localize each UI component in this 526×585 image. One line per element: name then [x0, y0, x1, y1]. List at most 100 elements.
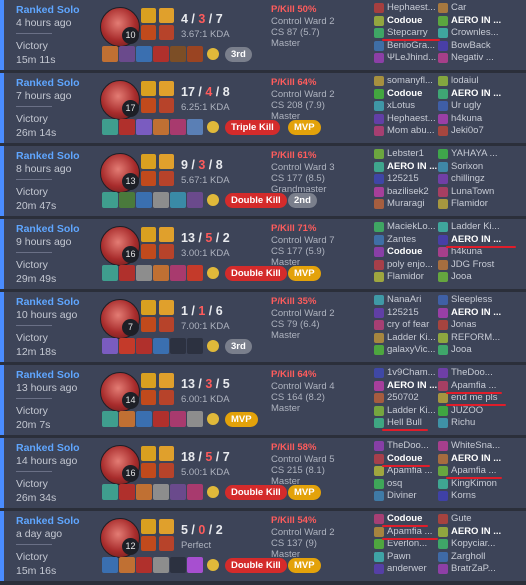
player-name[interactable]: Flamidor [451, 198, 488, 211]
rune-icon[interactable] [159, 536, 174, 551]
player-champion-icon[interactable] [438, 3, 448, 13]
item-icon[interactable] [102, 338, 118, 354]
player-name[interactable]: AERO IN ... [451, 453, 501, 466]
player-name[interactable]: YAHAYA ... [451, 148, 497, 161]
player-name[interactable]: Everlon... [387, 538, 427, 551]
player-name[interactable]: Stepcarry [387, 27, 428, 40]
player-champion-icon[interactable] [438, 199, 448, 209]
player-name[interactable]: Hell Bull [387, 417, 422, 430]
item-icon[interactable] [119, 338, 135, 354]
player-champion-icon[interactable] [374, 320, 384, 330]
player-name[interactable]: Hephaest... [387, 2, 436, 15]
player-name[interactable]: chillingz [451, 173, 485, 186]
player-row[interactable]: lodaiul [438, 75, 506, 88]
player-name[interactable]: Codoue [387, 513, 422, 526]
match-card[interactable]: Ranked Solo a day ago Victory 15m 16s 12 5 / … [0, 511, 526, 581]
player-champion-icon[interactable] [438, 514, 448, 524]
player-row[interactable]: AERO IN ... [438, 234, 506, 247]
rune-icon[interactable] [159, 519, 174, 534]
rune-icon[interactable] [159, 317, 174, 332]
player-champion-icon[interactable] [438, 76, 448, 86]
player-champion-icon[interactable] [374, 126, 384, 136]
player-row[interactable]: Zantes [374, 234, 442, 247]
player-champion-icon[interactable] [374, 368, 384, 378]
player-row[interactable]: 125215 [374, 307, 442, 320]
player-champion-icon[interactable] [374, 478, 384, 489]
item-icon[interactable] [153, 557, 169, 573]
player-champion-icon[interactable] [374, 491, 384, 501]
summoner-spell-icon[interactable] [141, 98, 156, 113]
item-icon[interactable] [119, 484, 135, 500]
item-icon[interactable] [153, 119, 169, 135]
player-row[interactable]: Sleepless [438, 294, 506, 307]
player-champion-icon[interactable] [438, 222, 448, 232]
player-row[interactable]: 125215 [374, 173, 442, 186]
player-row[interactable]: Jonas [438, 319, 506, 332]
rune-icon[interactable] [159, 446, 174, 461]
player-champion-icon[interactable] [438, 405, 448, 416]
player-champion-icon[interactable] [438, 161, 448, 172]
item-icon[interactable] [102, 46, 118, 62]
player-champion-icon[interactable] [374, 15, 384, 26]
player-champion-icon[interactable] [438, 526, 448, 537]
item-icon[interactable] [119, 557, 135, 573]
player-champion-icon[interactable] [438, 466, 448, 476]
player-name[interactable]: Crownles... [451, 27, 499, 40]
rune-icon[interactable] [159, 463, 174, 478]
player-row[interactable]: BowBack [438, 40, 506, 53]
player-row[interactable]: ΨLeJhind... [374, 52, 442, 65]
player-row[interactable]: MaciekLo... [374, 221, 442, 234]
player-champion-icon[interactable] [438, 393, 448, 403]
player-champion-icon[interactable] [374, 88, 384, 99]
player-champion-icon[interactable] [438, 149, 448, 159]
item-icon[interactable] [102, 484, 118, 500]
player-name[interactable]: AERO IN ... [387, 380, 437, 393]
player-row[interactable]: KingKimon [438, 478, 506, 491]
rune-icon[interactable] [159, 300, 174, 315]
player-champion-icon[interactable] [374, 453, 384, 464]
player-name[interactable]: ΨLeJhind... [387, 52, 436, 65]
player-name[interactable]: Lebster1 [387, 148, 424, 161]
ward-trinket-icon[interactable] [207, 267, 219, 279]
item-icon[interactable] [136, 484, 152, 500]
item-icon[interactable] [119, 192, 135, 208]
player-name[interactable]: cry of fear [387, 319, 429, 332]
player-champion-icon[interactable] [374, 222, 384, 232]
player-name[interactable]: AERO IN ... [451, 234, 501, 247]
player-champion-icon[interactable] [374, 295, 384, 305]
player-name[interactable]: Apamfia ... [387, 526, 432, 539]
item-icon[interactable] [136, 265, 152, 281]
player-name[interactable]: lodaiul [451, 75, 478, 88]
player-champion-icon[interactable] [374, 161, 384, 172]
player-name[interactable]: Apamfia ... [451, 465, 496, 478]
ward-trinket-icon[interactable] [207, 486, 219, 498]
player-champion-icon[interactable] [374, 418, 384, 428]
player-name[interactable]: Negativ ... [451, 52, 494, 65]
summoner-spell-icon[interactable] [141, 519, 156, 534]
match-card[interactable]: Ranked Solo 8 hours ago Victory 20m 47s 13 9 … [0, 146, 526, 216]
player-name[interactable]: Ladder Ki... [451, 221, 500, 234]
item-icon[interactable] [153, 192, 169, 208]
item-icon[interactable] [170, 411, 186, 427]
rune-icon[interactable] [159, 98, 174, 113]
rune-icon[interactable] [159, 227, 174, 242]
item-icon[interactable] [102, 265, 118, 281]
player-row[interactable]: Codoue [374, 513, 442, 526]
player-name[interactable]: Ur ugly [451, 100, 481, 113]
player-name[interactable]: Jooa [451, 271, 472, 284]
item-icon[interactable] [170, 119, 186, 135]
player-champion-icon[interactable] [438, 234, 448, 245]
player-row[interactable]: AERO IN ... [374, 380, 442, 393]
summoner-spell-icon[interactable] [141, 463, 156, 478]
ward-trinket-icon[interactable] [207, 413, 219, 425]
item-icon[interactable] [187, 119, 203, 135]
player-row[interactable]: Sorixon [438, 161, 506, 174]
item-icon[interactable] [102, 119, 118, 135]
player-champion-icon[interactable] [438, 28, 448, 38]
player-name[interactable]: 250702 [387, 392, 419, 405]
player-name[interactable]: osq [387, 478, 402, 491]
item-icon[interactable] [102, 557, 118, 573]
player-champion-icon[interactable] [438, 418, 448, 428]
player-champion-icon[interactable] [374, 3, 384, 13]
player-champion-icon[interactable] [374, 514, 384, 524]
